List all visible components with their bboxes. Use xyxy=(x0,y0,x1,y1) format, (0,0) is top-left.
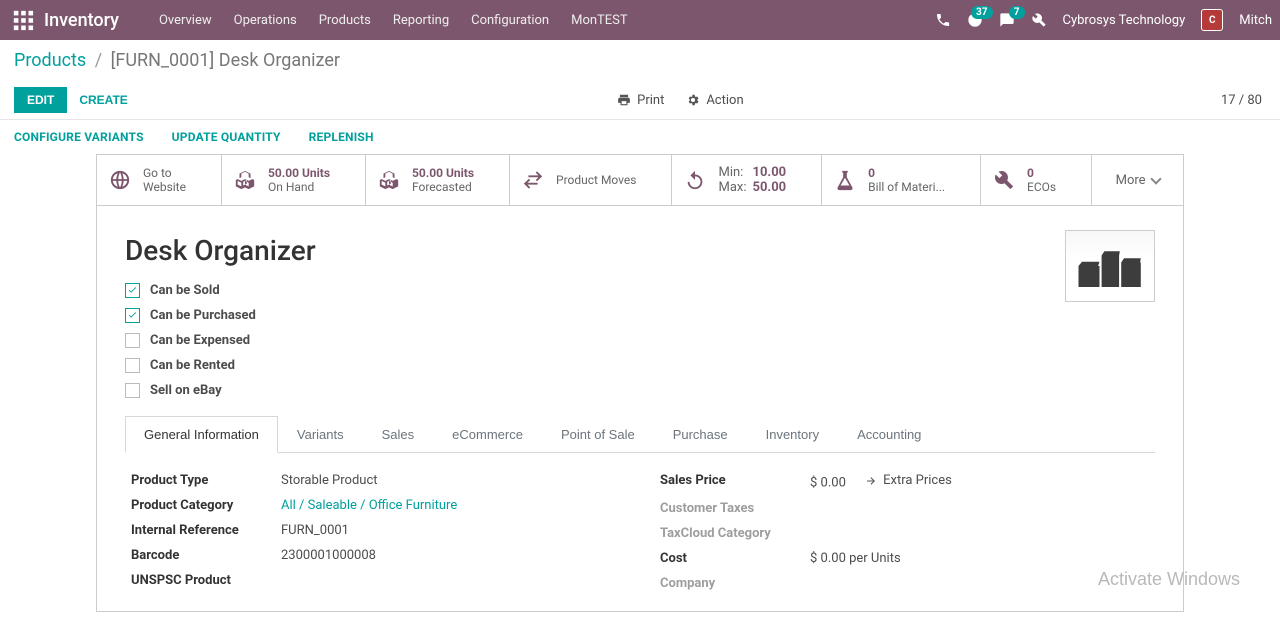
tab-inventory[interactable]: Inventory xyxy=(747,416,838,452)
form-sheet: Go toWebsite 50.00 UnitsOn Hand 50.00 Un… xyxy=(96,154,1184,612)
check-icon xyxy=(127,285,138,296)
exchange-icon xyxy=(522,169,544,191)
chat-badge: 7 xyxy=(1009,6,1025,19)
value-product-category[interactable]: All / Saleable / Office Furniture xyxy=(281,498,457,513)
edit-button[interactable]: EDIT xyxy=(14,87,67,113)
tab-variants[interactable]: Variants xyxy=(278,416,363,452)
value-barcode: 2300001000008 xyxy=(281,548,376,563)
discuss-tray[interactable]: 7 xyxy=(999,12,1015,28)
label-company: Company xyxy=(660,576,810,591)
check-sell-on-ebay[interactable]: Sell on eBay xyxy=(125,383,1155,398)
stat-buttons: Go toWebsite 50.00 UnitsOn Hand 50.00 Un… xyxy=(97,155,1183,206)
tab-pos[interactable]: Point of Sale xyxy=(542,416,654,452)
label-customer-taxes: Customer Taxes xyxy=(660,501,810,516)
stat-forecast[interactable]: 50.00 UnitsForecasted xyxy=(366,155,510,205)
menu-operations[interactable]: Operations xyxy=(234,13,297,28)
stat-moves[interactable]: Product Moves xyxy=(510,155,672,205)
print-action[interactable]: Print xyxy=(617,93,664,108)
action-dropdown[interactable]: Action xyxy=(686,93,743,108)
top-nav: Inventory Overview Operations Products R… xyxy=(0,0,1280,40)
label-product-category: Product Category xyxy=(131,498,281,513)
stat-reorder[interactable]: Min:Max: 10.0050.00 xyxy=(672,155,822,205)
systray: 37 7 Cybrosys Technology C Mitch xyxy=(935,9,1273,31)
stat-eco[interactable]: 0ECOs xyxy=(981,155,1092,205)
main-menu: Overview Operations Products Reporting C… xyxy=(159,13,935,28)
globe-icon xyxy=(109,169,131,191)
breadcrumb-root[interactable]: Products xyxy=(14,50,86,71)
flask-icon xyxy=(834,169,856,191)
breadcrumb-leaf: [FURN_0001] Desk Organizer xyxy=(111,50,340,71)
menu-reporting[interactable]: Reporting xyxy=(393,13,449,28)
label-barcode: Barcode xyxy=(131,548,281,563)
label-internal-ref: Internal Reference xyxy=(131,523,281,538)
update-quantity-link[interactable]: UPDATE QUANTITY xyxy=(172,130,281,144)
avatar[interactable]: C xyxy=(1201,9,1223,31)
value-product-type: Storable Product xyxy=(281,473,378,488)
boxes-icon xyxy=(378,169,400,191)
breadcrumb: Products / [FURN_0001] Desk Organizer xyxy=(14,50,1266,71)
stat-bom[interactable]: 0Bill of Materi... xyxy=(822,155,981,205)
replenish-link[interactable]: REPLENISH xyxy=(309,130,374,144)
tools-icon[interactable] xyxy=(1031,12,1047,28)
tab-sales[interactable]: Sales xyxy=(363,416,434,452)
label-taxcloud: TaxCloud Category xyxy=(660,526,810,541)
activities-badge: 37 xyxy=(971,6,992,19)
label-sales-price: Sales Price xyxy=(660,473,810,491)
print-icon xyxy=(617,93,631,107)
value-cost: $ 0.00 per Units xyxy=(810,551,901,566)
check-can-be-sold[interactable]: Can be Sold xyxy=(125,283,1155,298)
control-panel: Products / [FURN_0001] Desk Organizer ED… xyxy=(0,40,1280,120)
tab-ecommerce[interactable]: eCommerce xyxy=(433,416,542,452)
windows-watermark: Activate Windows xyxy=(1098,569,1240,590)
stat-actions: CONFIGURE VARIANTS UPDATE QUANTITY REPLE… xyxy=(0,120,1280,154)
check-icon xyxy=(127,310,138,321)
app-brand[interactable]: Inventory xyxy=(44,10,119,31)
label-product-type: Product Type xyxy=(131,473,281,488)
tab-accounting[interactable]: Accounting xyxy=(838,416,940,452)
phone-icon[interactable] xyxy=(935,12,951,28)
check-can-be-rented[interactable]: Can be Rented xyxy=(125,358,1155,373)
label-cost: Cost xyxy=(660,551,810,566)
stat-onhand[interactable]: 50.00 UnitsOn Hand xyxy=(222,155,366,205)
boxes-icon xyxy=(234,169,256,191)
organizer-icon xyxy=(1075,240,1145,292)
refresh-icon xyxy=(684,169,706,191)
stat-website[interactable]: Go toWebsite xyxy=(97,155,222,205)
activities-tray[interactable]: 37 xyxy=(967,12,983,28)
tab-general[interactable]: General Information xyxy=(125,416,278,453)
value-sales-price: $ 0.00 xyxy=(810,476,846,491)
value-internal-ref: FURN_0001 xyxy=(281,523,349,538)
menu-products[interactable]: Products xyxy=(319,13,371,28)
gear-icon xyxy=(686,93,700,107)
user-short[interactable]: Mitch xyxy=(1239,13,1272,28)
create-button[interactable]: CREATE xyxy=(67,88,139,112)
menu-montest[interactable]: MonTEST xyxy=(571,13,628,28)
product-image[interactable] xyxy=(1065,230,1155,302)
wrench-icon xyxy=(993,169,1015,191)
tabs: General Information Variants Sales eComm… xyxy=(125,416,1155,453)
configure-variants-link[interactable]: CONFIGURE VARIANTS xyxy=(14,130,144,144)
menu-overview[interactable]: Overview xyxy=(159,13,212,28)
menu-configuration[interactable]: Configuration xyxy=(471,13,549,28)
extra-prices-button[interactable]: Extra Prices xyxy=(865,473,952,488)
arrow-right-icon xyxy=(865,475,877,487)
tab-purchase[interactable]: Purchase xyxy=(654,416,747,452)
label-unspsc: UNSPSC Product xyxy=(131,573,281,588)
check-can-be-expensed[interactable]: Can be Expensed xyxy=(125,333,1155,348)
pager[interactable]: 17 / 80 xyxy=(1221,93,1266,108)
apps-icon[interactable] xyxy=(12,9,34,31)
check-can-be-purchased[interactable]: Can be Purchased xyxy=(125,308,1155,323)
stat-more[interactable]: More xyxy=(1092,155,1183,205)
tab-general-content: Product TypeStorable Product Product Cat… xyxy=(125,453,1155,601)
product-name: Desk Organizer xyxy=(125,234,1155,267)
company-name[interactable]: Cybrosys Technology xyxy=(1063,13,1186,28)
caret-down-icon xyxy=(1150,173,1161,184)
